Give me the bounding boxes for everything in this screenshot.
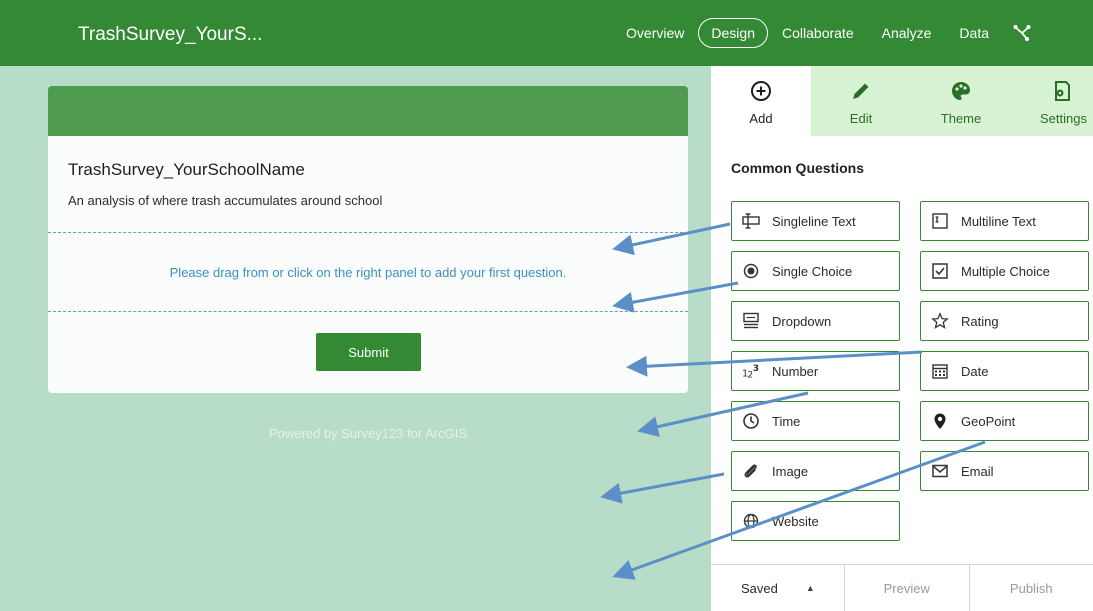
nav-collaborate[interactable]: Collaborate [782, 25, 854, 41]
question-multiline-text[interactable]: Multiline Text [920, 201, 1089, 241]
question-dropzone[interactable]: Please drag from or click on the right p… [48, 232, 688, 312]
question-website[interactable]: Website [731, 501, 900, 541]
question-multiple-choice[interactable]: Multiple Choice [920, 251, 1089, 291]
question-rating[interactable]: Rating [920, 301, 1089, 341]
dropdown-icon [742, 312, 760, 330]
nav-overview[interactable]: Overview [626, 25, 684, 41]
publish-button[interactable]: Publish [968, 565, 1093, 611]
caret-up-icon: ▲ [805, 583, 815, 593]
tab-edit[interactable]: Edit [811, 66, 911, 136]
nav-analyze[interactable]: Analyze [882, 25, 932, 41]
question-email[interactable]: Email [920, 451, 1089, 491]
tab-theme[interactable]: Theme [911, 66, 1011, 136]
question-date[interactable]: Date [920, 351, 1089, 391]
nav-design[interactable]: Design [698, 18, 768, 48]
nav-data[interactable]: Data [959, 25, 989, 41]
main-nav: Overview Design Collaborate Analyze Data [626, 0, 1093, 66]
plus-circle-icon [749, 79, 773, 103]
saved-menu-button[interactable]: Saved ▲ [711, 565, 844, 611]
question-dropdown[interactable]: Dropdown [731, 301, 900, 341]
dropzone-hint: Please drag from or click on the right p… [169, 264, 567, 280]
app-title[interactable]: TrashSurvey_YourS... [78, 24, 262, 46]
panel-bottom-bar: Saved ▲ Preview Publish [711, 564, 1093, 611]
powered-by-text: Powered by Survey123 for ArcGIS [269, 426, 467, 441]
envelope-icon [931, 462, 949, 480]
tab-edit-label: Edit [849, 111, 873, 126]
question-single-choice[interactable]: Single Choice [731, 251, 900, 291]
survey-title[interactable]: TrashSurvey_YourSchoolName [68, 160, 305, 180]
panel-tabs: Add Edit Theme Settings [711, 66, 1093, 136]
section-title: Common Questions [731, 160, 865, 176]
share-icon[interactable] [1011, 22, 1033, 44]
survey-card: TrashSurvey_YourSchoolName An analysis o… [48, 86, 688, 393]
map-pin-icon [931, 412, 949, 430]
number-icon: 123 [742, 362, 760, 380]
survey-header-banner[interactable] [48, 86, 688, 136]
settings-doc-icon [1049, 79, 1073, 103]
question-number[interactable]: 123 Number [731, 351, 900, 391]
arrow-image [600, 472, 725, 504]
question-geopoint[interactable]: GeoPoint [920, 401, 1089, 441]
svg-text:3: 3 [753, 364, 759, 374]
multiline-text-icon [931, 212, 949, 230]
pencil-icon [849, 79, 873, 103]
palette-icon [949, 79, 973, 103]
tab-settings-label: Settings [1040, 111, 1087, 126]
design-panel: Add Edit Theme Settings Common Questions [711, 66, 1093, 611]
globe-icon [742, 512, 760, 530]
tab-add-label: Add [749, 111, 773, 126]
paperclip-icon [742, 462, 760, 480]
top-bar: TrashSurvey_YourS... Overview Design Col… [0, 0, 1093, 66]
checkbox-icon [931, 262, 949, 280]
radio-icon [742, 262, 760, 280]
singleline-text-icon [742, 212, 760, 230]
tab-theme-label: Theme [940, 111, 982, 126]
clock-icon [742, 412, 760, 430]
preview-button[interactable]: Preview [844, 565, 969, 611]
question-time[interactable]: Time [731, 401, 900, 441]
question-singleline-text[interactable]: Singleline Text [731, 201, 900, 241]
calendar-icon [931, 362, 949, 380]
star-icon [931, 312, 949, 330]
survey-description[interactable]: An analysis of where trash accumulates a… [68, 193, 382, 208]
saved-label: Saved [741, 580, 778, 596]
submit-button[interactable]: Submit [316, 333, 421, 371]
tab-add[interactable]: Add [711, 66, 811, 136]
tab-settings[interactable]: Settings [1011, 66, 1093, 136]
question-image[interactable]: Image [731, 451, 900, 491]
